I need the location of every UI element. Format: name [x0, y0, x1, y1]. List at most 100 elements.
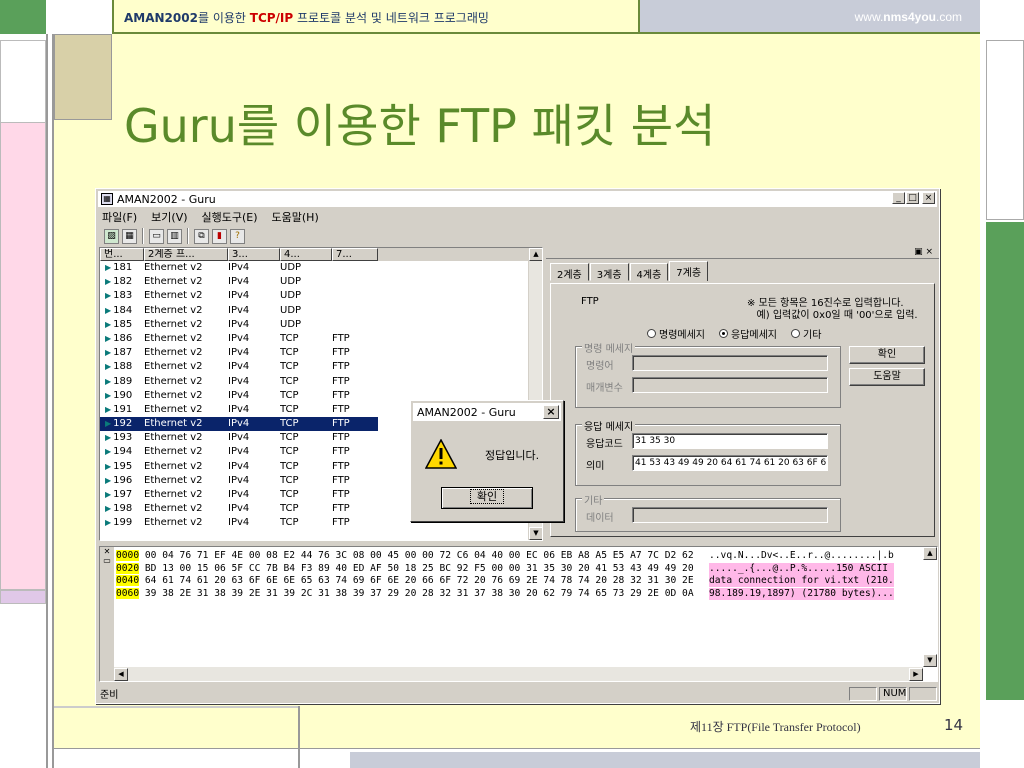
packet-layer3: IPv4 [228, 489, 250, 500]
packet-layer7: FTP [332, 347, 350, 359]
packet-layer4: TCP [280, 517, 299, 529]
hex-ascii: 98.189.19,1897) (21780 bytes)... [709, 587, 894, 600]
table-row[interactable]: ▶ 185 Ethernet v2 IPv4 UDP [100, 318, 542, 332]
restore-icon[interactable]: ▭ [100, 556, 114, 565]
menu-tools[interactable]: 실행도구(E) [202, 209, 258, 225]
packet-layer2: Ethernet v2 [144, 318, 203, 330]
pane-controls[interactable]: ▣ × [914, 247, 933, 257]
tab-content: FTP ※ 모든 항목은 16진수로 입력합니다. 예) 입력값이 0x0일 때… [550, 283, 935, 537]
packet-number: ▶ 185 [100, 318, 144, 332]
packet-number-text: 191 [113, 403, 133, 415]
command-field[interactable] [632, 355, 828, 371]
status-cell-empty [909, 686, 937, 701]
url-domain: nms4you [883, 10, 936, 24]
minimize-button[interactable]: _ [892, 192, 905, 204]
packet-layer2: Ethernet v2 [144, 403, 203, 415]
packet-number: ▶ 184 [100, 304, 144, 318]
hex-horizontal-scrollbar[interactable] [114, 667, 923, 681]
packet-layer3: IPv4 [228, 290, 250, 302]
response-code-field[interactable]: 31 35 30 [632, 433, 828, 449]
grid-icon[interactable]: ▦ [122, 228, 137, 244]
col-header-layer3[interactable]: 3... [228, 248, 280, 261]
confirm-button[interactable]: 확인 [849, 346, 925, 364]
packet-number-text: 190 [113, 389, 133, 401]
packet-layer2: Ethernet v2 [144, 276, 203, 288]
packet-layer7: FTP [332, 403, 350, 415]
menu-file[interactable]: 파일(F) [102, 209, 137, 225]
scroll-up-arrow[interactable]: ▲ [529, 248, 542, 261]
tab-layer7[interactable]: 7계층 [669, 261, 709, 281]
table-row[interactable]: ▶ 187 Ethernet v2 IPv4 TCP FTP [100, 346, 542, 360]
table-row[interactable]: ▶ 183 Ethernet v2 IPv4 UDP [100, 289, 542, 303]
packet-layer2: Ethernet v2 [144, 417, 228, 432]
window-title: AMAN2002 - Guru [117, 192, 216, 206]
table-row[interactable]: ▶ 184 Ethernet v2 IPv4 UDP [100, 304, 542, 318]
table-row[interactable]: ▶ 186 Ethernet v2 IPv4 TCP FTP [100, 332, 542, 346]
packet-number-text: 196 [113, 474, 133, 486]
packet-layer4: TCP [280, 503, 299, 515]
packet-layer7: FTP [332, 474, 350, 486]
table-row[interactable]: ▶ 181 Ethernet v2 IPv4 UDP [100, 261, 542, 275]
dialog-title: AMAN2002 - Guru [417, 405, 516, 419]
window-titlebar[interactable]: ▦ AMAN2002 - Guru _ □ × [98, 191, 937, 207]
parameter-field[interactable] [632, 377, 828, 393]
data-field[interactable] [632, 507, 828, 523]
chart-icon[interactable]: ▨ [104, 228, 119, 244]
row-arrow-icon: ▶ [105, 333, 112, 343]
other-group: 기타 데이터 [575, 492, 841, 532]
radio-other[interactable]: 기타 [791, 326, 821, 341]
packet-layer2: Ethernet v2 [144, 489, 203, 500]
barcode-icon[interactable]: ▥ [167, 228, 182, 244]
maximize-button[interactable]: □ [906, 192, 919, 204]
scroll-down-arrow[interactable]: ▼ [529, 527, 542, 540]
close-button[interactable]: × [922, 192, 935, 204]
packet-layer4: TCP [280, 489, 299, 500]
packet-layer4: TCP [280, 432, 299, 444]
col-header-layer4[interactable]: 4... [280, 248, 332, 261]
hex-scroll-left-arrow[interactable]: ◀ [114, 668, 128, 681]
hex-scroll-up-arrow[interactable]: ▲ [923, 547, 937, 560]
table-row[interactable]: ▶ 189 Ethernet v2 IPv4 TCP FTP [100, 375, 542, 389]
url-prefix: www. [854, 10, 884, 24]
book-icon[interactable]: ▮ [212, 228, 227, 244]
close-icon[interactable]: ✕ [100, 547, 114, 556]
hex-offset: 0060 [116, 587, 140, 599]
copy-icon[interactable]: ⧉ [194, 228, 209, 244]
menu-help[interactable]: 도움말(H) [272, 209, 319, 225]
dialog-ok-button[interactable]: 확인 [441, 487, 533, 509]
col-header-layer2[interactable]: 2계층 프... [144, 248, 228, 261]
col-header-number[interactable]: 번... [100, 248, 144, 261]
hex-scroll-down-arrow[interactable]: ▼ [923, 654, 937, 667]
help-icon[interactable]: ? [230, 228, 245, 244]
packet-layer3: IPv4 [228, 361, 250, 373]
toolbar: ▨ ▦ ▭ ▥ ⧉ ▮ ? [104, 227, 245, 245]
tab-layer4[interactable]: 4계층 [629, 263, 669, 281]
packet-layer2: Ethernet v2 [144, 290, 203, 302]
help-button[interactable]: 도움말 [849, 368, 925, 386]
dialog-close-button[interactable]: × [543, 405, 559, 419]
slide-footer: 제11장 FTP(File Transfer Protocol) [690, 720, 861, 734]
toolbar-separator [187, 228, 189, 244]
packet-number-text: 181 [113, 262, 133, 273]
window-icon[interactable]: ▭ [149, 228, 164, 244]
table-row[interactable]: ▶ 188 Ethernet v2 IPv4 TCP FTP [100, 360, 542, 374]
hex-scroll-right-arrow[interactable]: ▶ [909, 668, 923, 681]
packet-layer3: IPv4 [228, 474, 250, 486]
hex-dump-pane[interactable]: ✕ ▭ 0000 00 04 76 71 EF 4E 00 08 E2 44 7… [99, 546, 938, 682]
packet-layer4: TCP [280, 389, 299, 401]
meaning-field[interactable]: 41 53 43 49 49 20 64 61 74 61 20 63 6F 6… [632, 455, 828, 471]
table-row[interactable]: ▶ 182 Ethernet v2 IPv4 UDP [100, 275, 542, 289]
radio-response[interactable]: 응답메세지 [719, 326, 777, 341]
message-dialog: AMAN2002 - Guru × 정답입니다. 확인 [410, 400, 564, 522]
app-icon[interactable]: ▦ [101, 193, 113, 205]
packet-layer4: TCP [280, 403, 299, 415]
packet-number-text: 193 [113, 432, 133, 444]
tab-layer2[interactable]: 2계층 [550, 263, 589, 281]
dialog-titlebar[interactable]: AMAN2002 - Guru × [413, 403, 561, 421]
decor-column [46, 34, 54, 768]
packet-layer7: FTP [332, 517, 350, 529]
col-header-layer7[interactable]: 7... [332, 248, 378, 261]
radio-command[interactable]: 명령메세지 [647, 326, 705, 341]
tab-layer3[interactable]: 3계층 [589, 263, 629, 281]
menu-view[interactable]: 보기(V) [151, 209, 187, 225]
